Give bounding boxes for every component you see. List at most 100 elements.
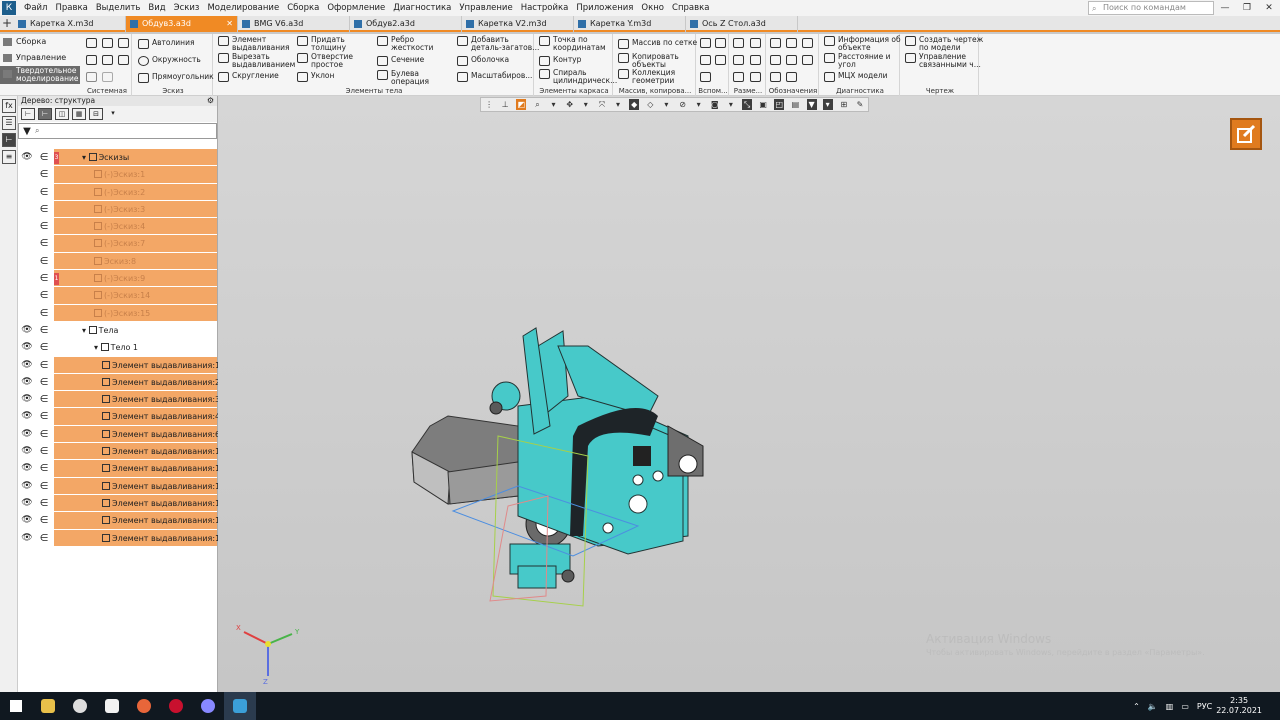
kompas-app-icon[interactable]: К bbox=[2, 1, 16, 15]
filter-view-icon[interactable]: ▦ bbox=[72, 108, 86, 120]
visibility-eye-icon[interactable]: 👁 bbox=[21, 408, 33, 425]
mode-assembly[interactable]: Сборка bbox=[0, 34, 80, 50]
tree-row[interactable]: 👁 ∈ Элемент выдавливания:1 bbox=[18, 356, 220, 374]
history-view-icon[interactable]: ⊢ bbox=[38, 108, 52, 120]
manage-drawings-button[interactable]: Управление связанными ч... bbox=[904, 53, 981, 68]
tree-row[interactable]: ∈ 1 (-)Эскиз:9 bbox=[18, 270, 218, 287]
menu-item-8[interactable]: Диагностика bbox=[389, 3, 455, 13]
include-icon[interactable]: ∈ bbox=[39, 443, 49, 460]
tree-row[interactable]: 👁 ∈ Элемент выдавливания:17 bbox=[18, 529, 225, 547]
battery-icon[interactable]: ▭ bbox=[1181, 702, 1189, 711]
point-aux-icon[interactable] bbox=[715, 55, 726, 65]
menu-item-4[interactable]: Эскиз bbox=[170, 3, 204, 13]
include-icon[interactable]: ∈ bbox=[39, 201, 49, 218]
include-icon[interactable]: ∈ bbox=[39, 478, 49, 495]
point-coords-button[interactable]: Точка по координатам bbox=[538, 36, 606, 51]
line-aux-icon[interactable] bbox=[700, 72, 711, 82]
roughness-icon[interactable] bbox=[786, 38, 797, 48]
position-icon[interactable] bbox=[786, 72, 797, 82]
visibility-eye-icon[interactable]: 👁 bbox=[21, 357, 33, 374]
menu-item-5[interactable]: Моделирование bbox=[203, 3, 283, 13]
grid-array-button[interactable]: Массив по сетке bbox=[617, 39, 697, 49]
mass-properties-button[interactable]: МЦХ модели bbox=[823, 72, 888, 82]
kompas-taskbar-button[interactable] bbox=[224, 692, 256, 720]
tree-row[interactable]: 👁 ∈ Элемент выдавливания:16 bbox=[18, 512, 225, 529]
menu-item-6[interactable]: Сборка bbox=[283, 3, 323, 13]
model-part[interactable] bbox=[411, 327, 704, 589]
visibility-eye-icon[interactable]: 👁 bbox=[21, 426, 33, 443]
tab-document-3[interactable]: Обдув2.a3d bbox=[350, 16, 462, 32]
tree-row[interactable]: 👁 ∈ ▾ Тело 1 bbox=[18, 339, 218, 356]
fillet-button[interactable]: Скругление bbox=[217, 72, 279, 82]
linear-dim-icon[interactable] bbox=[733, 38, 744, 48]
tree-row[interactable]: ∈ (-)Эскиз:3 bbox=[18, 200, 218, 218]
tree-search-input[interactable]: ▼ ⌕ bbox=[18, 123, 217, 139]
tab-document-2[interactable]: BMG V6.a3d bbox=[238, 16, 350, 32]
command-search-input[interactable]: ⌕Поиск по командам (Alt+/) bbox=[1088, 1, 1214, 24]
new-tab-button[interactable]: + bbox=[0, 16, 14, 30]
close-button[interactable]: ✕ bbox=[1258, 0, 1280, 16]
tree-row[interactable]: 👁 ∈ Элемент выдавливания:4 bbox=[18, 408, 220, 425]
visibility-eye-icon[interactable]: 👁 bbox=[21, 339, 33, 356]
include-icon[interactable]: ∈ bbox=[39, 357, 49, 374]
diameter-dim-icon[interactable] bbox=[750, 38, 761, 48]
filter-icon[interactable]: ▼ bbox=[19, 126, 35, 137]
new-document-icon[interactable] bbox=[86, 38, 97, 48]
include-icon[interactable]: ∈ bbox=[39, 512, 49, 529]
include-icon[interactable]: ∈ bbox=[39, 287, 49, 304]
tree-row[interactable]: ∈ (-)Эскиз:2 bbox=[18, 183, 218, 201]
tab-document-5[interactable]: Каретка Y.m3d bbox=[574, 16, 686, 32]
include-icon[interactable]: ∈ bbox=[39, 339, 49, 356]
tab-document-1[interactable]: Обдув3.a3d ✕ bbox=[126, 16, 238, 32]
tree-row[interactable]: 👁 ∈ Элемент выдавливания:2 bbox=[18, 373, 220, 391]
visibility-eye-icon[interactable]: 👁 bbox=[21, 391, 33, 408]
extrude-button[interactable]: Элемент выдавливания bbox=[217, 36, 290, 51]
save-icon[interactable] bbox=[118, 38, 129, 48]
open-icon[interactable] bbox=[102, 38, 113, 48]
include-icon[interactable]: ∈ bbox=[39, 253, 49, 270]
include-icon[interactable]: ∈ bbox=[39, 495, 49, 512]
restore-button[interactable]: ❐ bbox=[1236, 0, 1258, 16]
chevron-up-icon[interactable]: ⌃ bbox=[1133, 702, 1140, 711]
tree-row[interactable]: 👁 ∈ Элемент выдавливания:12 bbox=[18, 477, 225, 495]
tree-row[interactable]: 👁 ∈ Элемент выдавливания:11 bbox=[18, 460, 225, 477]
include-icon[interactable]: ∈ bbox=[39, 426, 49, 443]
menu-item-1[interactable]: Правка bbox=[51, 3, 91, 13]
distance-angle-button[interactable]: Расстояние и угол bbox=[823, 53, 891, 68]
hole-button[interactable]: Отверстие простое bbox=[296, 53, 353, 68]
menu-item-7[interactable]: Оформление bbox=[323, 3, 389, 13]
taskbar-app-3[interactable] bbox=[96, 692, 128, 720]
contour-button[interactable]: Контур bbox=[538, 56, 581, 66]
offset-plane-icon[interactable] bbox=[700, 55, 711, 65]
weld-icon[interactable] bbox=[770, 72, 781, 82]
geometry-collection-button[interactable]: Коллекция геометрии bbox=[617, 69, 675, 84]
mode-solid-modeling[interactable]: Твердотельное моделирование bbox=[0, 66, 80, 84]
tree-row[interactable]: ∈ (-)Эскиз:15 bbox=[18, 304, 218, 322]
start-button[interactable] bbox=[0, 692, 32, 720]
redo-icon[interactable] bbox=[102, 72, 113, 82]
marking-icon[interactable] bbox=[786, 55, 797, 65]
add-part-button[interactable]: Добавить деталь-загатов... bbox=[456, 36, 539, 51]
taskbar-app-2[interactable] bbox=[64, 692, 96, 720]
tree-row[interactable]: ∈ (-)Эскиз:7 bbox=[18, 235, 218, 252]
mode-control[interactable]: Управление bbox=[0, 50, 80, 66]
plane-icon[interactable] bbox=[700, 38, 711, 48]
firefox-button[interactable] bbox=[128, 692, 160, 720]
thread-icon[interactable] bbox=[802, 55, 813, 65]
include-icon[interactable]: ∈ bbox=[39, 408, 49, 425]
menu-item-10[interactable]: Настройка bbox=[517, 3, 573, 13]
radius-dim-icon[interactable] bbox=[750, 55, 761, 65]
spiral-button[interactable]: Спираль цилиндрическ... bbox=[538, 69, 617, 84]
include-icon[interactable]: ∈ bbox=[39, 374, 49, 391]
copy-icon[interactable] bbox=[102, 55, 113, 65]
paste-icon[interactable] bbox=[118, 55, 129, 65]
menu-item-11[interactable]: Приложения bbox=[572, 3, 637, 13]
include-icon[interactable]: ∈ bbox=[39, 184, 49, 201]
tree-row[interactable]: 👁 ∈ Элемент выдавливания:10 bbox=[18, 443, 225, 460]
copy-objects-button[interactable]: Копировать объекты bbox=[617, 53, 679, 68]
rib-button[interactable]: Ребро жесткости bbox=[376, 36, 433, 51]
menu-item-2[interactable]: Выделить bbox=[92, 3, 145, 13]
opera-button[interactable] bbox=[160, 692, 192, 720]
undo-icon[interactable] bbox=[86, 72, 97, 82]
include-icon[interactable]: ∈ bbox=[39, 391, 49, 408]
